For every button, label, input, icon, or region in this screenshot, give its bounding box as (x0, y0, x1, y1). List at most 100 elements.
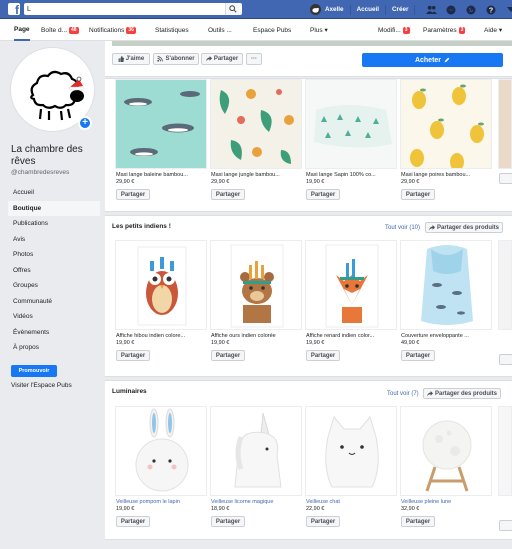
share-product-button[interactable]: Partager (401, 189, 435, 200)
product-image[interactable] (210, 240, 302, 330)
like-button[interactable]: J'aime (112, 53, 150, 65)
product-title[interactable]: Veilleuse pleine lune (400, 499, 492, 505)
share-product-button[interactable]: Partager (306, 350, 340, 361)
product-card[interactable]: Affiche hibou indien colore... 19,90 € P… (115, 240, 207, 361)
more-options-button[interactable]: ··· (246, 53, 262, 65)
share-product-button[interactable]: Partager (401, 516, 435, 527)
globe-icon[interactable] (465, 4, 477, 16)
share-product-button[interactable]: Partager (116, 350, 150, 361)
buy-button[interactable]: Acheter (362, 53, 503, 67)
tab-notifications[interactable]: Notifications 36 (89, 19, 136, 41)
product-card[interactable]: Couverture enveloppante ... 49,90 € Part… (400, 240, 492, 361)
product-card-partial[interactable] (498, 406, 512, 531)
product-title[interactable]: Maxi lange jungle bambou... (210, 172, 302, 178)
left-nav-item-events[interactable]: Évènements (8, 325, 100, 341)
product-image[interactable] (498, 240, 512, 330)
product-image[interactable] (305, 406, 397, 496)
share-product-button[interactable]: Partager (211, 350, 245, 361)
product-image[interactable] (400, 240, 492, 330)
product-card[interactable]: Maxi lange jungle bambou... 29,90 € Part… (210, 79, 302, 200)
left-nav-item-videos[interactable]: Vidéos (8, 309, 100, 325)
left-nav-item-offers[interactable]: Offres (8, 263, 100, 279)
tab-insights[interactable]: Statistiques (155, 19, 189, 41)
product-card[interactable]: Maxi lange poires bambou... 29,90 € Part… (400, 79, 492, 200)
product-title[interactable]: Affiche renard indien color... (305, 333, 397, 339)
product-title[interactable]: Maxi lange baleine bambou... (115, 172, 207, 178)
friend-requests-icon[interactable] (425, 4, 437, 16)
product-card[interactable]: Maxi lange Sapin 100% co... 19,90 € Part… (305, 79, 397, 200)
left-nav-item-home[interactable]: Accueil (8, 185, 100, 201)
product-title[interactable]: Affiche ours indien colorée (210, 333, 302, 339)
product-image[interactable] (305, 240, 397, 330)
product-title[interactable]: Veilleuse chat (305, 499, 397, 505)
user-name-link[interactable]: Axelle (325, 6, 344, 13)
product-card[interactable]: Veilleuse pompom le lapin 19,90 € Partag… (115, 406, 207, 527)
left-nav-item-about[interactable]: À propos (8, 340, 100, 356)
share-page-button[interactable]: Partager (201, 53, 243, 65)
section-title[interactable]: Luminaires (112, 388, 147, 395)
product-image[interactable] (498, 406, 512, 496)
product-title[interactable]: Maxi lange Sapin 100% co... (305, 172, 397, 178)
share-product-button[interactable]: Partager (116, 516, 150, 527)
follow-button[interactable]: S'abonner (153, 53, 199, 65)
tab-more[interactable]: Plus ▾ (310, 19, 328, 41)
share-product-button[interactable]: Partager (306, 516, 340, 527)
cover-photo[interactable] (112, 41, 512, 46)
section-title[interactable]: Les petits indiens ! (112, 223, 171, 230)
share-product-button[interactable]: Partager (401, 350, 435, 361)
product-card[interactable]: Maxi lange baleine bambou... 29,90 € Par… (115, 79, 207, 200)
page-handle[interactable]: @chambredesreves (11, 169, 69, 176)
account-menu-icon[interactable] (505, 4, 512, 16)
product-card[interactable]: Veilleuse pleine lune 32,90 € Partager (400, 406, 492, 527)
home-link[interactable]: Accueil (357, 6, 379, 13)
product-title[interactable]: Veilleuse pompom le lapin (115, 499, 207, 505)
product-card[interactable]: Veilleuse licorne magique 18,90 € Partag… (210, 406, 302, 527)
product-image[interactable] (400, 406, 492, 496)
tab-tools[interactable]: Outils ... (208, 19, 232, 41)
product-card-partial[interactable] (498, 240, 512, 365)
tab-edit-page-info[interactable]: Modifi... 3 (378, 19, 410, 41)
tab-page[interactable]: Page (14, 19, 30, 41)
product-title[interactable]: Veilleuse licorne magique (210, 499, 302, 505)
search-input[interactable]: L (24, 3, 242, 15)
product-image[interactable] (210, 406, 302, 496)
product-card[interactable]: Affiche renard indien color... 19,90 € P… (305, 240, 397, 361)
tab-help[interactable]: Aide ▾ (484, 19, 502, 41)
see-all-link[interactable]: Tout voir (10) (385, 225, 420, 231)
create-link[interactable]: Créer (392, 6, 408, 13)
tab-inbox[interactable]: Boîte d... 48 (41, 19, 79, 41)
tab-settings[interactable]: Paramètres 3 (423, 19, 466, 41)
left-nav-item-posts[interactable]: Publications (8, 216, 100, 232)
product-title[interactable]: Maxi lange poires bambou... (400, 172, 492, 178)
product-title[interactable]: Couverture enveloppante ... (400, 333, 492, 339)
share-product-button[interactable]: Partager (211, 516, 245, 527)
share-products-button[interactable]: Partager des produits (425, 222, 504, 233)
product-title[interactable]: Affiche hibou indien colore... (115, 333, 207, 339)
help-icon[interactable]: ? (485, 4, 497, 16)
product-image[interactable] (305, 79, 397, 169)
product-image[interactable] (498, 79, 512, 169)
left-nav-item-photos[interactable]: Photos (8, 247, 100, 263)
share-product-button[interactable] (499, 520, 512, 531)
search-icon[interactable] (225, 3, 239, 15)
product-image[interactable] (400, 79, 492, 169)
product-image[interactable] (115, 406, 207, 496)
product-card[interactable]: Veilleuse chat 22,90 € Partager (305, 406, 397, 527)
tab-ad-center[interactable]: Espace Pubs (253, 19, 291, 41)
share-product-button[interactable]: Partager (116, 189, 150, 200)
user-avatar[interactable] (310, 4, 321, 15)
share-product-button[interactable]: Partager (211, 189, 245, 200)
share-product-button[interactable] (499, 173, 512, 184)
promote-button[interactable]: Promouvoir (11, 365, 57, 377)
left-nav-item-groups[interactable]: Groupes (8, 278, 100, 294)
share-products-button[interactable]: Partager des produits (423, 388, 502, 399)
visit-ad-center-link[interactable]: Visiter l'Espace Pubs (11, 382, 72, 389)
see-all-link[interactable]: Tout voir (7) (387, 391, 419, 397)
share-product-button[interactable] (499, 354, 512, 365)
share-product-button[interactable]: Partager (306, 189, 340, 200)
left-nav-item-shop[interactable]: Boutique (8, 200, 100, 216)
product-image[interactable] (210, 79, 302, 169)
add-photo-button[interactable]: + (78, 116, 92, 130)
facebook-logo-icon[interactable]: f (8, 3, 20, 15)
left-nav-item-reviews[interactable]: Avis (8, 232, 100, 248)
